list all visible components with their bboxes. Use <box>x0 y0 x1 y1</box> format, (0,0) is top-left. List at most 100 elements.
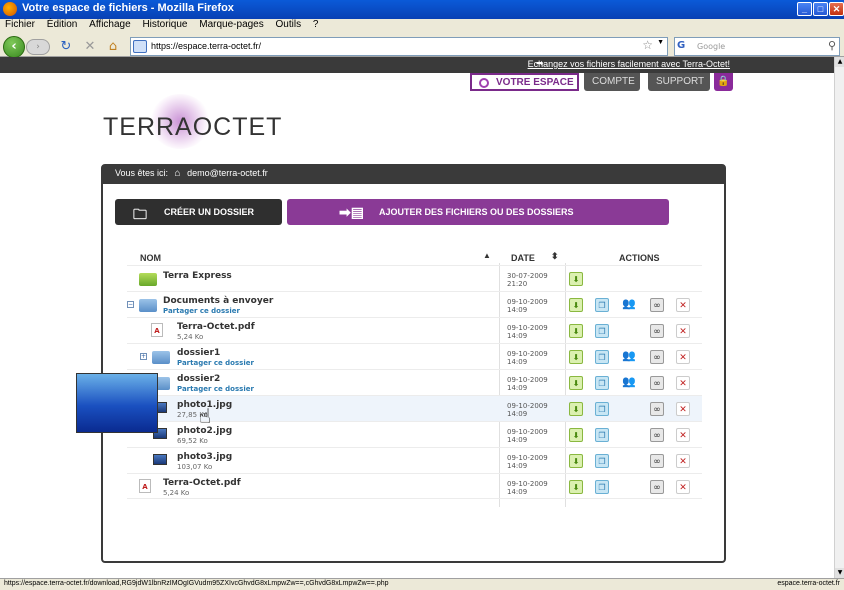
menu-affichage[interactable]: Affichage <box>89 19 131 30</box>
minimize-button[interactable]: _ <box>797 2 812 16</box>
tab-votre-espace[interactable]: VOTRE ESPACE <box>470 73 579 91</box>
promo-link[interactable]: Echangez vos fichiers facilement avec Te… <box>528 59 730 69</box>
reload-icon[interactable]: ↻ <box>58 39 74 55</box>
column-date[interactable]: DATE <box>511 253 535 263</box>
site-logo[interactable]: TERRAOCTET <box>103 113 282 142</box>
navigation-toolbar: ‹ › ↻ ✕ ⌂ https://espace.terra-octet.fr/… <box>0 33 844 58</box>
stop-icon[interactable]: ✕ <box>82 39 98 55</box>
table-row[interactable]: + dossier1 Partager ce dossier 09-10-200… <box>127 343 702 369</box>
download-icon[interactable]: ⬇ <box>569 480 583 494</box>
copy-icon[interactable]: ❐ <box>595 402 609 416</box>
scroll-down-icon[interactable]: ▼ <box>835 568 844 578</box>
file-name[interactable]: dossier2 <box>177 374 220 384</box>
file-name[interactable]: Terra-Octet.pdf <box>177 322 255 332</box>
table-row[interactable]: A Terra-Octet.pdf 5,24 Ko 09-10-2009 14:0… <box>127 317 702 343</box>
url-dropdown-icon[interactable]: ▼ <box>657 39 664 46</box>
download-icon[interactable]: ⬇ <box>569 376 583 390</box>
menu-marque-pages[interactable]: Marque-pages <box>199 19 263 30</box>
file-name[interactable]: photo3.jpg <box>177 452 232 462</box>
copy-icon[interactable]: ❐ <box>595 324 609 338</box>
share-users-icon[interactable]: 👥 <box>622 375 636 389</box>
menu-edition[interactable]: Édition <box>47 19 78 30</box>
download-icon[interactable]: ⬇ <box>569 350 583 364</box>
table-row[interactable]: photo1.jpg 27,85 Ko 09-10-2009 14:09 ⬇ ❐ … <box>127 395 702 421</box>
file-name[interactable]: dossier1 <box>177 348 220 358</box>
share-users-icon[interactable]: 👥 <box>622 297 636 311</box>
table-row[interactable]: − Documents à envoyer Partager ce dossie… <box>127 291 702 317</box>
tab-support[interactable]: SUPPORT <box>648 73 710 91</box>
file-name[interactable]: Documents à envoyer <box>163 296 273 306</box>
breadcrumb-user[interactable]: demo@terra-octet.fr <box>187 168 268 178</box>
download-icon[interactable]: ⬇ <box>569 402 583 416</box>
file-date: 09-10-2009 14:09 <box>507 350 548 366</box>
copy-icon[interactable]: ❐ <box>595 428 609 442</box>
link-icon[interactable]: ∞ <box>650 402 664 416</box>
download-icon[interactable]: ⬇ <box>569 298 583 312</box>
menu-help[interactable]: ? <box>313 19 319 30</box>
download-icon[interactable]: ⬇ <box>569 428 583 442</box>
delete-icon[interactable]: ✕ <box>676 324 690 338</box>
menu-historique[interactable]: Historique <box>142 19 187 30</box>
table-row[interactable]: A Terra-Octet.pdf 5,24 Ko 09-10-2009 14:0… <box>127 473 702 499</box>
download-icon[interactable]: ⬇ <box>569 454 583 468</box>
link-icon[interactable]: ∞ <box>650 376 664 390</box>
link-icon[interactable]: ∞ <box>650 324 664 338</box>
expand-icon[interactable]: + <box>140 353 147 360</box>
tab-compte[interactable]: COMPTE <box>584 73 640 91</box>
collapse-icon[interactable]: − <box>127 301 134 308</box>
share-users-icon[interactable]: 👥 <box>622 349 636 363</box>
link-icon[interactable]: ∞ <box>650 454 664 468</box>
delete-icon[interactable]: ✕ <box>676 298 690 312</box>
link-icon[interactable]: ∞ <box>650 298 664 312</box>
firefox-icon <box>3 2 17 16</box>
sort-date-icon[interactable]: ⬍ <box>551 251 559 262</box>
download-icon[interactable]: ⬇ <box>569 272 583 286</box>
table-row[interactable]: dossier2 Partager ce dossier 09-10-2009 1… <box>127 369 702 395</box>
table-row[interactable]: Terra Express 30-07-2009 21:20 ⬇ <box>127 265 702 291</box>
link-icon[interactable]: ∞ <box>650 350 664 364</box>
delete-icon[interactable]: ✕ <box>676 480 690 494</box>
google-icon[interactable]: G <box>677 40 689 53</box>
share-folder-link[interactable]: Partager ce dossier <box>177 359 254 367</box>
search-icon[interactable]: ⚲ <box>828 39 836 52</box>
delete-icon[interactable]: ✕ <box>676 428 690 442</box>
copy-icon[interactable]: ❐ <box>595 376 609 390</box>
link-icon[interactable]: ∞ <box>650 480 664 494</box>
delete-icon[interactable]: ✕ <box>676 454 690 468</box>
add-files-button[interactable]: ➡▤ AJOUTER DES FICHIERS OU DES DOSSIERS <box>287 199 669 225</box>
copy-icon[interactable]: ❐ <box>595 350 609 364</box>
download-icon[interactable]: ⬇ <box>569 324 583 338</box>
forward-button[interactable]: › <box>26 39 50 55</box>
lock-button[interactable]: 🔒 <box>714 73 733 91</box>
delete-icon[interactable]: ✕ <box>676 376 690 390</box>
back-button[interactable]: ‹ <box>3 36 25 58</box>
file-name[interactable]: Terra-Octet.pdf <box>163 478 241 488</box>
breadcrumb-prefix: Vous êtes ici: <box>115 168 169 178</box>
menu-outils[interactable]: Outils <box>276 19 302 30</box>
copy-icon[interactable]: ❐ <box>595 480 609 494</box>
vertical-scrollbar[interactable]: ▲ ▼ <box>834 57 844 578</box>
search-input[interactable]: G Google ⚲ <box>674 37 840 56</box>
column-name[interactable]: NOM <box>140 253 161 263</box>
bookmark-star-icon[interactable]: ☆ <box>642 38 653 52</box>
create-folder-button[interactable]: 🗀 CRÉER UN DOSSIER <box>115 199 282 225</box>
close-button[interactable]: ✕ <box>829 2 844 16</box>
link-icon[interactable]: ∞ <box>650 428 664 442</box>
table-row[interactable]: photo2.jpg 69,52 Ko 09-10-2009 14:09 ⬇ ❐ … <box>127 421 702 447</box>
column-actions: ACTIONS <box>619 253 660 263</box>
url-bar[interactable]: https://espace.terra-octet.fr/ ☆ ▼ <box>130 37 668 56</box>
home-icon[interactable]: ⌂ <box>175 168 181 179</box>
table-row[interactable]: photo3.jpg 103,07 Ko 09-10-2009 14:09 ⬇ ❐… <box>127 447 702 473</box>
menu-fichier[interactable]: Fichier <box>5 19 35 30</box>
delete-icon[interactable]: ✕ <box>676 402 690 416</box>
home-icon[interactable]: ⌂ <box>105 39 121 55</box>
copy-icon[interactable]: ❐ <box>595 454 609 468</box>
sort-name-icon[interactable]: ▲ <box>483 251 491 260</box>
file-name[interactable]: Terra Express <box>163 271 232 281</box>
scroll-up-icon[interactable]: ▲ <box>835 57 844 67</box>
share-folder-link[interactable]: Partager ce dossier <box>177 385 254 393</box>
delete-icon[interactable]: ✕ <box>676 350 690 364</box>
maximize-button[interactable]: □ <box>813 2 828 16</box>
share-folder-link[interactable]: Partager ce dossier <box>163 307 240 315</box>
copy-icon[interactable]: ❐ <box>595 298 609 312</box>
